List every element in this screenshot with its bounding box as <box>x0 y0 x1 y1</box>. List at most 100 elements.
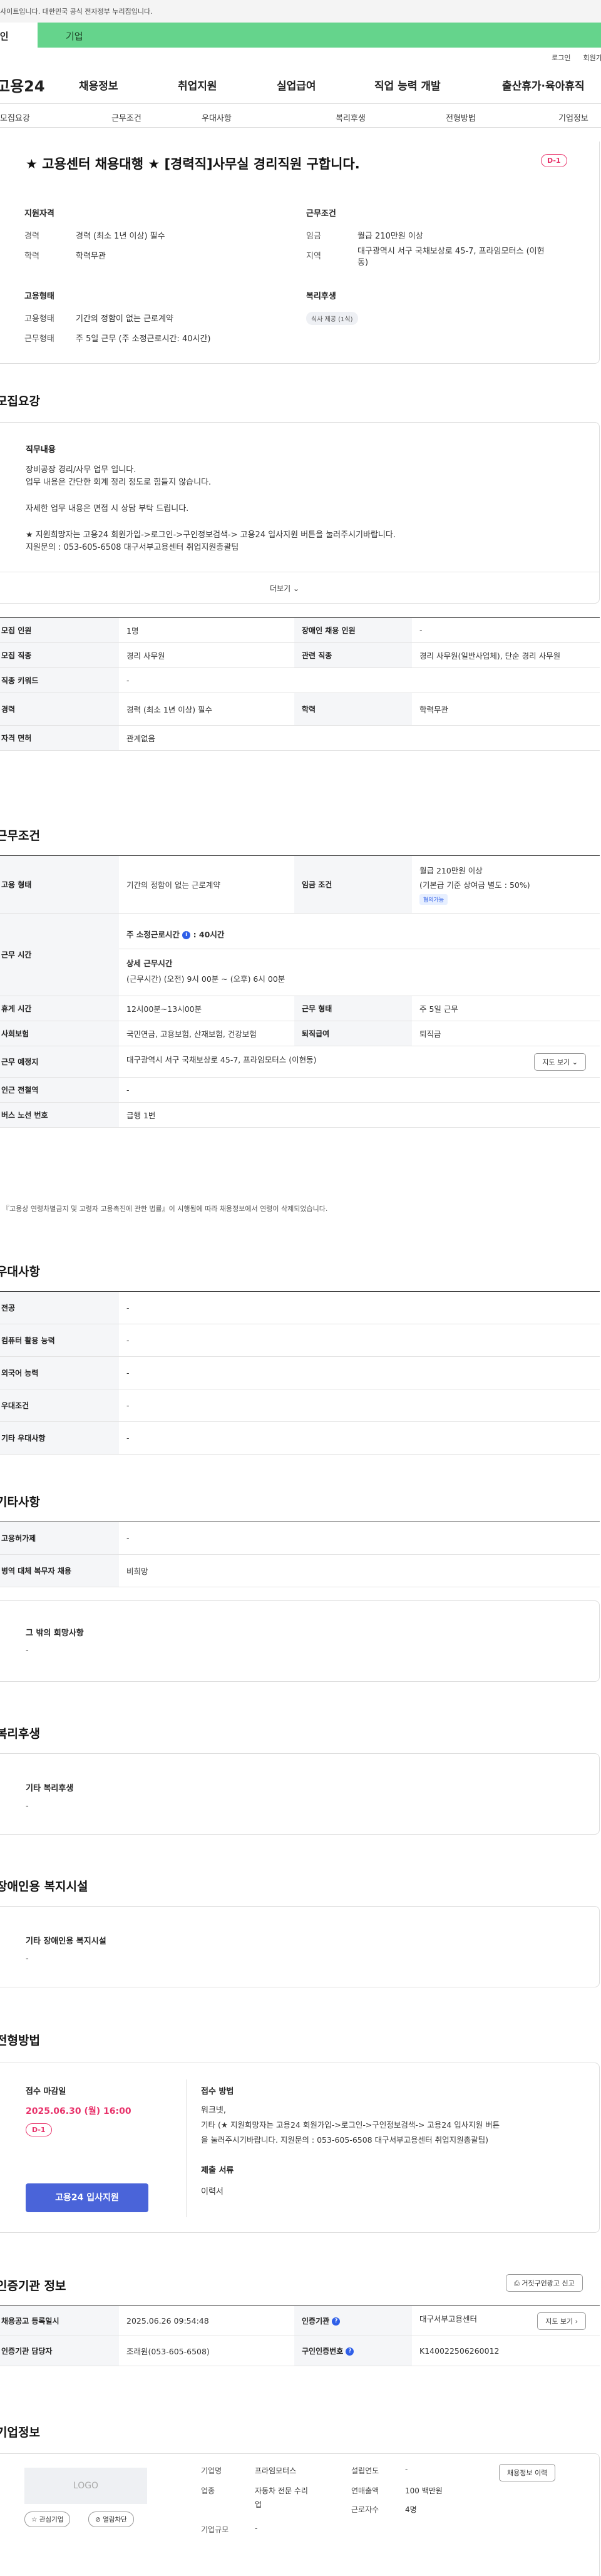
cond-wage-label: 임금 <box>306 232 321 241</box>
disability-panel: 기타 장애인용 복지시설 - <box>0 1906 600 1987</box>
anchor-company[interactable]: 기업정보 <box>558 111 588 123</box>
cell: K140022506260012 <box>412 2336 600 2366</box>
util-links: 로그인 회원가입 <box>0 48 601 66</box>
nav-parental-leave[interactable]: 출산휴가·육아휴직 <box>502 77 585 93</box>
cell-h: 채용공고 등록일시 <box>0 2306 119 2336</box>
other-wish-panel: 그 밖의 희망사항 - <box>0 1600 600 1682</box>
welfare-panel: 기타 복리후생 - <box>0 1753 600 1835</box>
cell-h: 경력 <box>0 693 119 726</box>
cert-map-button[interactable]: 지도 보기 › <box>537 2312 586 2330</box>
job-title: ★ 고용센터 채용대행 ★ [경력직]사무실 경리직원 구합니다. <box>26 157 360 172</box>
disability-section-title: 장애인용 복지시설 <box>0 1880 88 1893</box>
dday-badge: D-1 <box>541 154 567 167</box>
info-icon[interactable]: i <box>182 930 191 939</box>
emp-type-value: 기간의 정함이 없는 근로계약 <box>76 314 173 324</box>
method-label: 접수 방법 <box>201 2087 234 2096</box>
cell: - <box>119 1324 600 1357</box>
anchor-work[interactable]: 근무조건 <box>111 111 141 123</box>
cert-table: 채용공고 등록일시 2025.06.26 09:54:48 인증기관 ? 대구서부고용… <box>0 2306 600 2366</box>
cert-org-label: 인증기관 <box>302 2317 330 2326</box>
welfare-box-value: - <box>26 1801 29 1811</box>
tab-private[interactable]: 개인 <box>0 23 38 48</box>
tab-corp[interactable]: 기업 <box>38 23 601 48</box>
cell: - <box>119 1421 600 1455</box>
cell-h: 근무 시간 <box>0 913 119 996</box>
cell: 1명 <box>119 617 294 643</box>
cond-area-value-2: 동) <box>357 258 369 267</box>
anchor-welfare[interactable]: 복리후생 <box>336 111 366 123</box>
info-icon[interactable]: ? <box>332 2317 341 2326</box>
anchor-recruit[interactable]: 모집요강 <box>0 111 30 123</box>
chevron-down-icon: ⌄ <box>572 1058 578 1066</box>
login-link[interactable]: 로그인 <box>552 54 570 62</box>
gov-notice-bar: 사이트입니다. 대한민국 공식 전자정부 누리집입니다. <box>0 0 601 23</box>
more-button[interactable]: 더보기 ⌄ <box>270 583 299 594</box>
hours-total-value: : 40시간 <box>193 929 225 939</box>
cell: 조래원(053-605-6508) <box>119 2336 294 2366</box>
emp-title: 고용형태 <box>24 292 54 301</box>
cell-h: 고용 형태 <box>0 855 119 914</box>
user-type-tabs: 개인 기업 <box>0 23 601 48</box>
cell: 주 5일 근무 <box>412 996 600 1021</box>
cert-org-header: 인증기관 ? <box>294 2306 412 2336</box>
method-line-1: 워크넷, <box>201 2106 227 2115</box>
gov-notice-text: 사이트입니다. 대한민국 공식 전자정부 누리집입니다. <box>0 8 153 16</box>
join-link[interactable]: 회원가입 <box>583 54 601 62</box>
other-wish-title: 그 밖의 희망사항 <box>26 1629 84 1638</box>
cell: 12시00분~13시00분 <box>119 996 294 1021</box>
recruit-section-title: 모집요강 <box>0 394 40 408</box>
qual-edu-label: 학력 <box>24 252 39 261</box>
hours-detail-label: 상세 근무시간 <box>126 958 173 968</box>
cell-h: 관련 직종 <box>294 642 412 668</box>
welfare-chip: 식사 제공 (1식) <box>306 312 358 325</box>
age-notice: • 『고용상 연령차별금지 및 고령자 고용촉진에 관한 법률』이 시행됨에 따… <box>0 1205 328 1213</box>
company-name-label: 기업명 <box>201 2466 222 2475</box>
industry-value-2: 업 <box>255 2500 262 2509</box>
emp-form-label: 근무형태 <box>24 334 54 344</box>
hours-total-label: 주 소정근로시간 <box>126 929 180 939</box>
company-panel: LOGO ☆ 관심기업 ⊘ 열람차단 기업명 프라임모터스 설립연도 - 업종 … <box>0 2453 600 2576</box>
report-fake-ad-button[interactable]: ⎙ 거짓구인광고 신고 <box>506 2274 583 2292</box>
recruit-history-button[interactable]: 채용정보 이력 <box>499 2464 556 2481</box>
method-line-3: 을 눌러주시기바랍니다. 지원문의 : 053-605-6508 대구서부고용센… <box>201 2135 488 2145</box>
job-desc-line-2: 업무 내용은 간단한 회계 정리 정도로 힘들지 않습니다. <box>26 478 212 487</box>
map-button[interactable]: 지도 보기 ⌄ <box>534 1053 586 1071</box>
job-desc-line-4: 자세한 업무 내용은 면접 시 상담 부탁 드립니다. <box>26 504 189 513</box>
cell-h: 근무 예정지 <box>0 1046 119 1078</box>
cert-map-label: 지도 보기 <box>545 2317 573 2326</box>
pref-table: 전공 - 컴퓨터 활용 능력 - 외국어 능력 - 우대조건 - 기타 우대사항 - <box>0 1291 600 1455</box>
anchor-selection[interactable]: 전형방법 <box>446 111 476 123</box>
nav-employment-support[interactable]: 취업지원 <box>178 77 217 93</box>
apply-button[interactable]: 고용24 입사지원 <box>26 2183 148 2212</box>
scale-label: 기업규모 <box>201 2525 229 2534</box>
cert-no-label: 구인인증번호 <box>302 2347 344 2356</box>
cell: 경리 사무원 <box>119 642 294 668</box>
company-name-value: 프라임모터스 <box>255 2466 297 2475</box>
cell-h: 사회보험 <box>0 1021 119 1046</box>
docs-label: 제출 서류 <box>201 2166 234 2175</box>
cell-h: 모집 인원 <box>0 617 119 643</box>
etc-section-title: 기타사항 <box>0 1495 40 1509</box>
disability-box-title: 기타 장애인용 복지시설 <box>26 1937 106 1946</box>
anchor-pref[interactable]: 우대사항 <box>202 111 232 123</box>
site-logo[interactable]: 고용24 <box>0 74 71 96</box>
nav-recruit[interactable]: 채용정보 <box>79 77 118 93</box>
pref-section-title: 우대사항 <box>0 1265 40 1279</box>
info-icon[interactable]: ? <box>346 2347 354 2356</box>
sales-value: 100 백만원 <box>405 2486 443 2495</box>
cell: - <box>119 1077 600 1103</box>
cell-h: 근무 형태 <box>294 996 412 1021</box>
cell-h: 고용허가제 <box>0 1522 119 1555</box>
cond-area-label: 지역 <box>306 252 321 261</box>
block-view-button[interactable]: ⊘ 열람차단 <box>88 2512 134 2527</box>
job-desc-line-7: 지원문의 : 053-605-6508 대구서부고용센터 취업지원총괄팀 <box>26 543 239 552</box>
selection-section-title: 전형방법 <box>0 2034 40 2048</box>
place-cell: 대구광역시 서구 국채보상로 45-7, 프라임모터스 (이현동) 지도 보기 ⌄ <box>119 1046 600 1078</box>
place-value: 대구광역시 서구 국채보상로 45-7, 프라임모터스 (이현동) <box>126 1054 317 1064</box>
nav-vocational-training[interactable]: 직업 능력 개발 <box>374 77 441 93</box>
qual-career-label: 경력 <box>24 232 39 241</box>
nav-unemployment-benefit[interactable]: 실업급여 <box>277 77 316 93</box>
qual-career-value: 경력 (최소 1년 이상) 필수 <box>76 232 165 241</box>
job-desc-title: 직무내용 <box>26 445 56 455</box>
favorite-company-button[interactable]: ☆ 관심기업 <box>24 2512 71 2527</box>
